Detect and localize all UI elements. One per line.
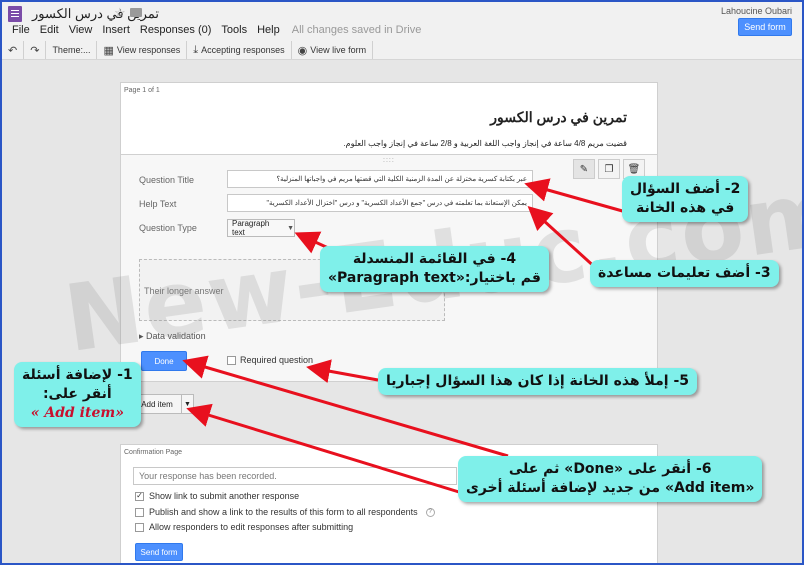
help-question-icon[interactable]: ?: [425, 507, 435, 517]
callout-step-4: 4- في القائمة المنسدلة قم باختيار:«Parag…: [320, 246, 549, 292]
menu-edit[interactable]: Edit: [40, 24, 59, 36]
duplicate-icon[interactable]: ❐: [598, 159, 620, 179]
forms-app-icon[interactable]: [8, 6, 22, 22]
answer-placeholder: Their longer answer: [144, 286, 224, 296]
menu-view[interactable]: View: [69, 24, 93, 36]
folder-icon[interactable]: [130, 8, 142, 17]
add-item-control: Add item ▼: [132, 394, 194, 414]
screenshot-frame: تمرين في درس الكسور ☆ Lahoucine Oubari S…: [0, 0, 804, 565]
option-show-link[interactable]: ✓ Show link to submit another response: [135, 491, 299, 501]
help-text-input[interactable]: يمكن الإستعانة بما تعلمته في درس "جمع ال…: [227, 194, 533, 212]
user-name[interactable]: Lahoucine Oubari: [721, 6, 792, 16]
chevron-down-icon: ▼: [287, 224, 294, 232]
save-status: All changes saved in Drive: [291, 24, 422, 36]
done-button[interactable]: Done: [141, 351, 187, 371]
undo-icon: ↶: [8, 44, 18, 57]
callout-step-5: 5- إملأ هذه الخانة إذا كان هذا السؤال إج…: [378, 368, 698, 395]
accepting-responses-button[interactable]: ⤓ Accepting responses: [187, 41, 292, 59]
confirmation-label: Confirmation Page: [124, 449, 182, 456]
confirmation-message-input[interactable]: Your response has been recorded.: [133, 467, 457, 485]
question-title-input[interactable]: عبر بكتابة كسرية مختزلة عن المدة الزمنية…: [227, 170, 533, 188]
required-checkbox[interactable]: [227, 355, 236, 365]
show-link-checkbox[interactable]: ✓: [135, 491, 144, 501]
option-publish-results[interactable]: Publish and show a link to the results o…: [135, 507, 435, 517]
undo-button[interactable]: ↶: [2, 41, 25, 59]
callout-step-1: 1- لإضافة أسئلة أنقر على: «Add item »: [14, 362, 141, 427]
question-type-label: Question Type: [139, 223, 197, 233]
question-type-select[interactable]: Paragraph text ▼: [227, 219, 295, 237]
callout-step-6: 6- أنقر على «Done» ثم على «Add item» من …: [458, 456, 763, 502]
required-question-option[interactable]: Required question: [227, 355, 313, 365]
menu-tools[interactable]: Tools: [221, 24, 247, 36]
help-text-label: Help Text: [139, 199, 177, 209]
allow-edit-checkbox[interactable]: [135, 522, 144, 532]
page-label: Page 1 of 1: [124, 87, 160, 94]
data-validation-toggle[interactable]: ▸ Data validation: [139, 331, 206, 342]
theme-button[interactable]: Theme:...: [46, 41, 98, 59]
menu-insert[interactable]: Insert: [102, 24, 130, 36]
star-icon[interactable]: ☆: [114, 5, 126, 21]
form-description[interactable]: قضيت مريم 4/8 ساعة في إنجاز واجب اللغة ا…: [343, 139, 627, 148]
question-title-label: Question Title: [139, 175, 195, 185]
view-live-form-button[interactable]: ◉ View live form: [292, 41, 374, 59]
toolbar: ↶ ↷ Theme:... ▦ View responses ⤓ Accepting…: [2, 40, 802, 60]
menu-help[interactable]: Help: [257, 24, 280, 36]
callout-step-3: 3- أضف تعليمات مساعدة: [590, 260, 779, 287]
drag-handle-icon[interactable]: ::::: [383, 157, 395, 164]
callout-step-2: 2- أضف السؤال في هذه الخانة: [622, 176, 749, 222]
edit-pencil-icon[interactable]: ✎: [573, 159, 595, 179]
eye-icon: ◉: [297, 44, 308, 57]
menu-responses[interactable]: Responses (0): [140, 24, 212, 36]
menu-bar: File Edit View Insert Responses (0) Tool…: [12, 24, 421, 36]
add-item-dropdown-icon[interactable]: ▼: [182, 394, 194, 414]
publish-results-checkbox[interactable]: [135, 507, 144, 517]
option-allow-edit[interactable]: Allow responders to edit responses after…: [135, 522, 353, 532]
top-bar: تمرين في درس الكسور ☆ Lahoucine Oubari S…: [2, 2, 802, 60]
table-icon: ▦: [103, 44, 114, 57]
redo-button[interactable]: ↷: [24, 41, 47, 59]
redo-icon: ↷: [30, 44, 40, 57]
inbox-icon: ⤓: [193, 43, 199, 56]
menu-file[interactable]: File: [12, 24, 30, 36]
send-form-button[interactable]: Send form: [738, 18, 792, 36]
view-responses-button[interactable]: ▦ View responses: [97, 41, 188, 59]
form-title[interactable]: تمرين في درس الكسور: [490, 109, 627, 126]
send-form-bottom-button[interactable]: Send form: [135, 543, 183, 561]
